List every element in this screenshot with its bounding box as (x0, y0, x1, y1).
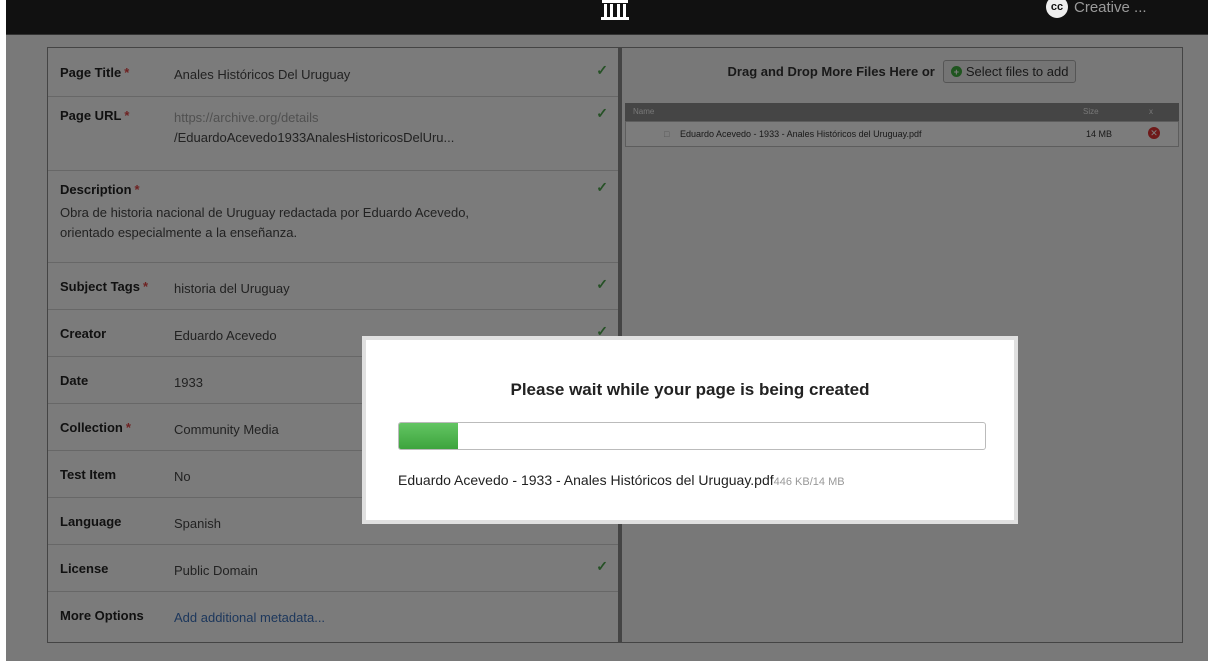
creative-commons-icon: cc (1046, 0, 1068, 18)
progress-dialog: Please wait while your page is being cre… (362, 336, 1018, 524)
archive-logo-icon[interactable] (598, 0, 632, 24)
upload-file-status: Eduardo Acevedo - 1933 - Anales Históric… (398, 472, 845, 488)
upload-progress-text: 446 KB/14 MB (773, 476, 845, 488)
upload-file-name: Eduardo Acevedo - 1933 - Anales Históric… (398, 472, 774, 488)
top-bar: cc Creative ... (6, 0, 1208, 35)
creative-commons-menu[interactable]: cc Creative ... (1046, 0, 1147, 19)
dialog-title: Please wait while your page is being cre… (510, 380, 870, 399)
upload-progress-bar (398, 422, 986, 450)
creative-commons-label: Creative ... (1074, 0, 1147, 16)
upload-progress-fill (399, 423, 458, 449)
